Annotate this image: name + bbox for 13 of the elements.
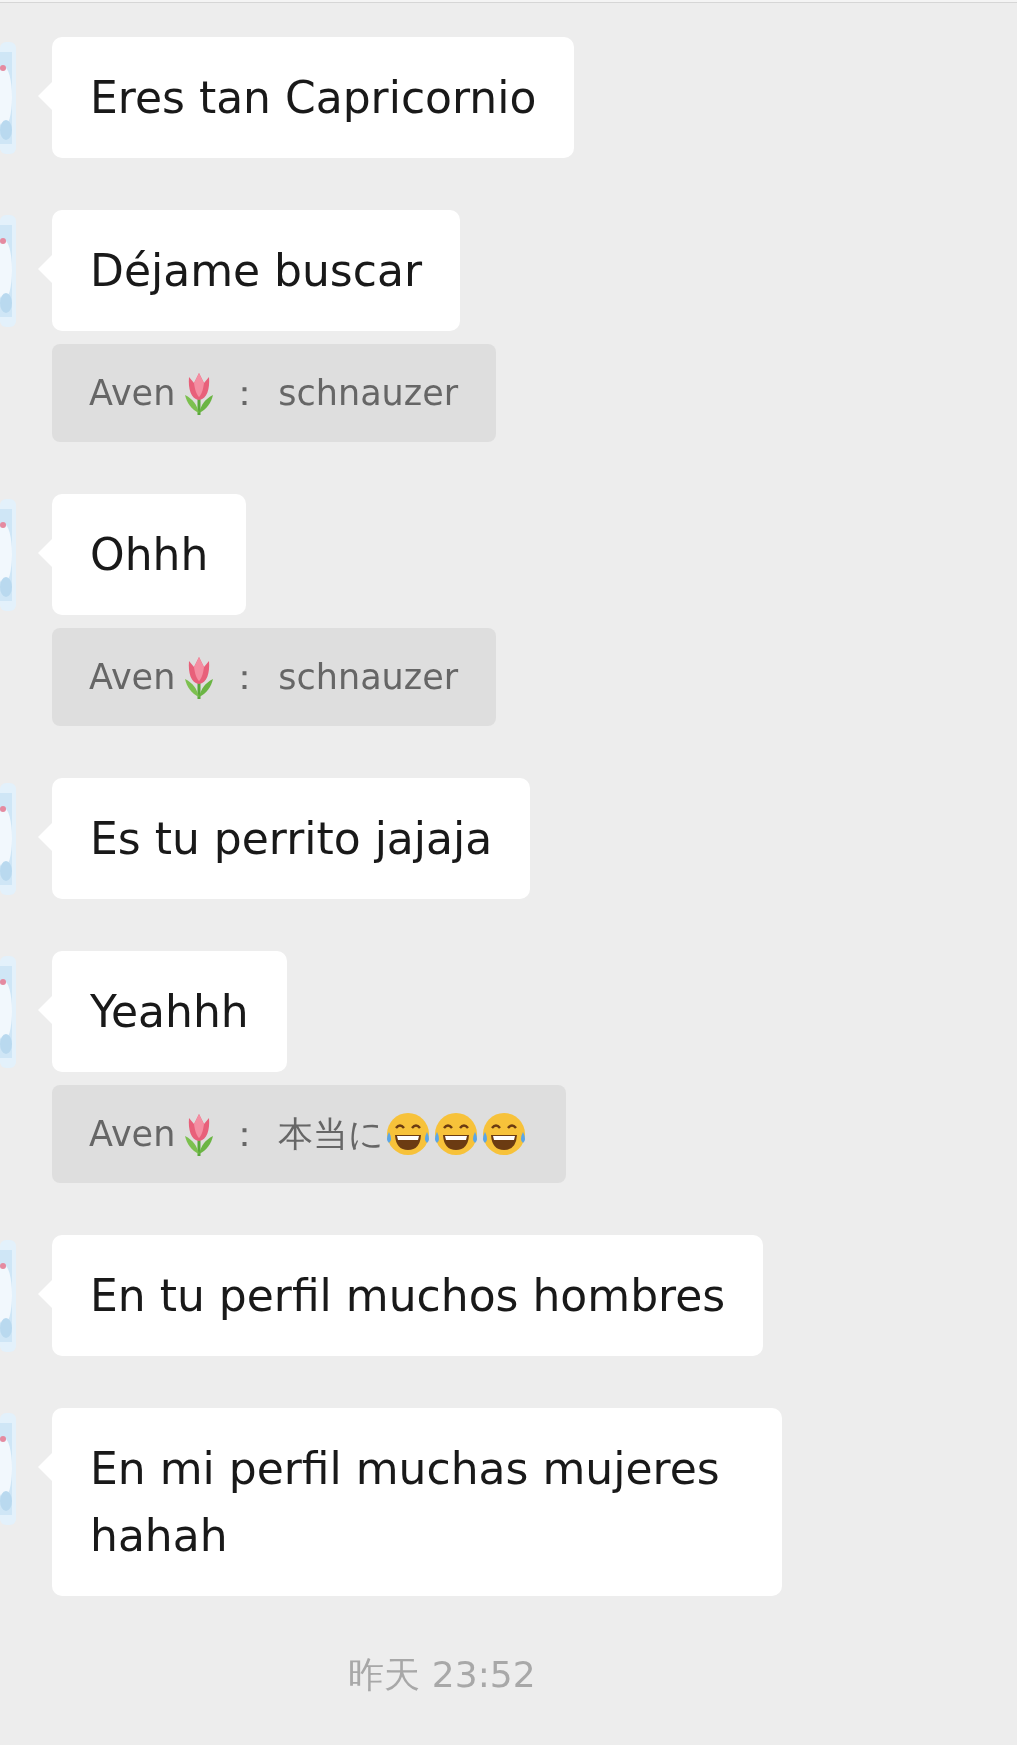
quote-text: schnauzer	[278, 656, 459, 699]
quote-text: ：	[227, 656, 263, 699]
quote-text: ：	[227, 1113, 263, 1156]
quoted-message[interactable]: Aven ： 本当に	[52, 1085, 567, 1183]
quote-text: Aven	[89, 372, 176, 415]
quote-text: 本当に	[278, 1113, 385, 1156]
quote-text: Aven	[89, 656, 176, 699]
quote-text: schnauzer	[278, 372, 459, 415]
quote-text: Aven	[89, 1113, 176, 1156]
quote-text: ：	[227, 372, 263, 415]
timestamp: 昨天 23:52	[348, 1654, 536, 1695]
quoted-message[interactable]: Aven ： schnauzer	[52, 344, 497, 442]
quoted-message[interactable]: Aven ： schnauzer	[52, 628, 497, 726]
